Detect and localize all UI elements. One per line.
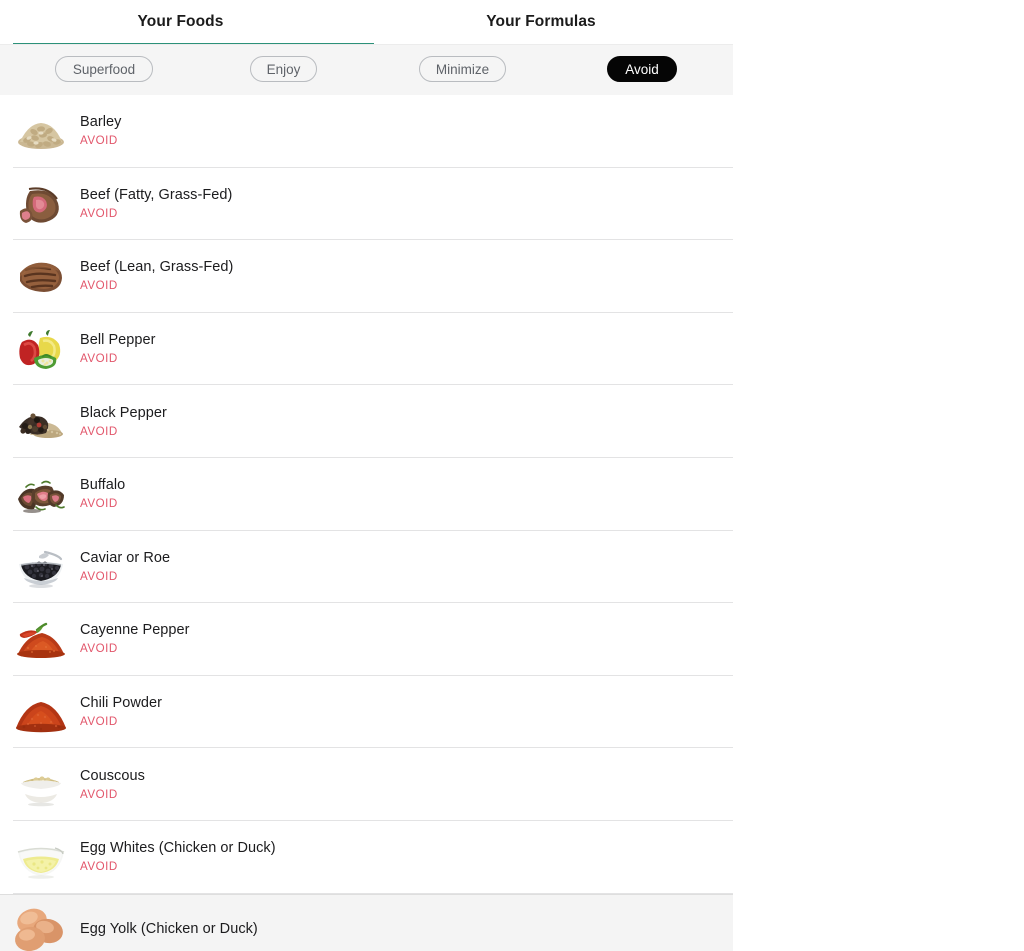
- cayenne-powder-thumbnail: [12, 610, 70, 668]
- list-item-text: Chili Powder AVOID: [80, 695, 162, 729]
- food-list-screen: Your Foods Your Formulas Superfood Enjoy…: [0, 0, 1024, 951]
- filter-chip-superfood-label: Superfood: [72, 61, 136, 77]
- list-item-text: Cayenne Pepper AVOID: [80, 622, 190, 656]
- list-item-text: Egg Yolk (Chicken or Duck): [80, 921, 258, 938]
- status-badge: AVOID: [80, 787, 118, 801]
- list-item-text: Beef (Lean, Grass-Fed) AVOID: [80, 259, 233, 293]
- list-item[interactable]: Beef (Lean, Grass-Fed) AVOID: [0, 240, 733, 313]
- status-badge: AVOID: [80, 134, 118, 148]
- list-item-text: Buffalo AVOID: [80, 477, 125, 511]
- status-badge: AVOID: [80, 569, 118, 583]
- filter-chip-enjoy-label: Enjoy: [266, 61, 301, 77]
- tab-bar: Your Foods Your Formulas: [0, 0, 733, 45]
- food-name: Couscous: [80, 767, 145, 784]
- list-item[interactable]: Beef (Fatty, Grass-Fed) AVOID: [0, 167, 733, 241]
- food-name: Beef (Fatty, Grass-Fed): [80, 186, 233, 203]
- list-item[interactable]: Chili Powder AVOID: [0, 675, 733, 749]
- list-item[interactable]: Caviar or Roe AVOID: [0, 530, 733, 604]
- list-item[interactable]: Egg Yolk (Chicken or Duck): [0, 893, 733, 951]
- list-item-text: Beef (Fatty, Grass-Fed) AVOID: [80, 187, 232, 221]
- list-item[interactable]: Egg Whites (Chicken or Duck) AVOID: [0, 820, 733, 894]
- tab-your-foods-label: Your Foods: [137, 13, 224, 30]
- food-name: Barley: [80, 114, 122, 131]
- filter-chip-avoid-label: Avoid: [625, 61, 659, 77]
- filter-chip-minimize[interactable]: Minimize: [419, 56, 506, 82]
- status-badge: AVOID: [80, 715, 118, 729]
- list-item[interactable]: Black Pepper AVOID: [0, 385, 733, 458]
- filter-chip-superfood[interactable]: Superfood: [55, 56, 153, 82]
- filter-chip-bar: Superfood Enjoy Minimize Avoid: [0, 44, 733, 95]
- status-badge: AVOID: [80, 424, 118, 438]
- food-name: Cayenne Pepper: [80, 622, 190, 639]
- barley-grains-thumbnail: [12, 102, 70, 160]
- food-name: Caviar or Roe: [80, 549, 171, 566]
- status-badge: AVOID: [80, 497, 118, 511]
- caviar-bowl-thumbnail: [12, 538, 70, 596]
- food-name: Chili Powder: [80, 695, 162, 712]
- status-badge: AVOID: [80, 352, 118, 366]
- list-item-text: Caviar or Roe AVOID: [80, 550, 170, 584]
- food-name: Bell Pepper: [80, 332, 156, 349]
- status-badge: AVOID: [80, 279, 118, 293]
- beef-roast-thumbnail: [12, 175, 70, 233]
- eggs-thumbnail: [12, 901, 70, 951]
- list-item[interactable]: Couscous AVOID: [0, 748, 733, 821]
- list-item[interactable]: Cayenne Pepper AVOID: [0, 603, 733, 676]
- list-item-text: Barley AVOID: [80, 114, 121, 148]
- list-item[interactable]: Bell Pepper AVOID: [0, 312, 733, 386]
- bell-pepper-thumbnail: [12, 320, 70, 378]
- food-name: Egg Whites (Chicken or Duck): [80, 840, 276, 857]
- egg-whites-bowl-thumbnail: [12, 828, 70, 886]
- list-item[interactable]: Buffalo AVOID: [0, 457, 733, 531]
- list-item-text: Bell Pepper AVOID: [80, 332, 156, 366]
- tab-your-formulas-label: Your Formulas: [486, 13, 596, 30]
- list-item-text: Egg Whites (Chicken or Duck) AVOID: [80, 840, 276, 874]
- chili-powder-thumbnail: [12, 683, 70, 741]
- filter-chip-enjoy[interactable]: Enjoy: [250, 56, 317, 82]
- black-pepper-thumbnail: [12, 393, 70, 451]
- status-badge: AVOID: [80, 860, 118, 874]
- beef-steak-thumbnail: [12, 247, 70, 305]
- tab-your-formulas[interactable]: Your Formulas: [361, 0, 721, 44]
- list-item-text: Black Pepper AVOID: [80, 405, 167, 439]
- status-badge: AVOID: [80, 642, 118, 656]
- tab-your-foods[interactable]: Your Foods: [0, 0, 361, 44]
- buffalo-steak-thumbnail: [12, 465, 70, 523]
- food-name: Egg Yolk (Chicken or Duck): [80, 921, 258, 938]
- food-list[interactable]: Barley AVOID Beef (Fatty, Grass-Fed) AVO…: [0, 95, 733, 951]
- food-name: Black Pepper: [80, 404, 167, 421]
- filter-chip-avoid[interactable]: Avoid: [607, 56, 677, 82]
- couscous-bowl-thumbnail: [12, 756, 70, 814]
- content-column: Your Foods Your Formulas Superfood Enjoy…: [0, 0, 733, 951]
- food-name: Buffalo: [80, 477, 126, 494]
- status-badge: AVOID: [80, 206, 118, 220]
- list-item-text: Couscous AVOID: [80, 768, 145, 802]
- filter-chip-minimize-label: Minimize: [435, 61, 490, 77]
- list-item[interactable]: Barley AVOID: [0, 95, 733, 168]
- food-name: Beef (Lean, Grass-Fed): [80, 259, 234, 276]
